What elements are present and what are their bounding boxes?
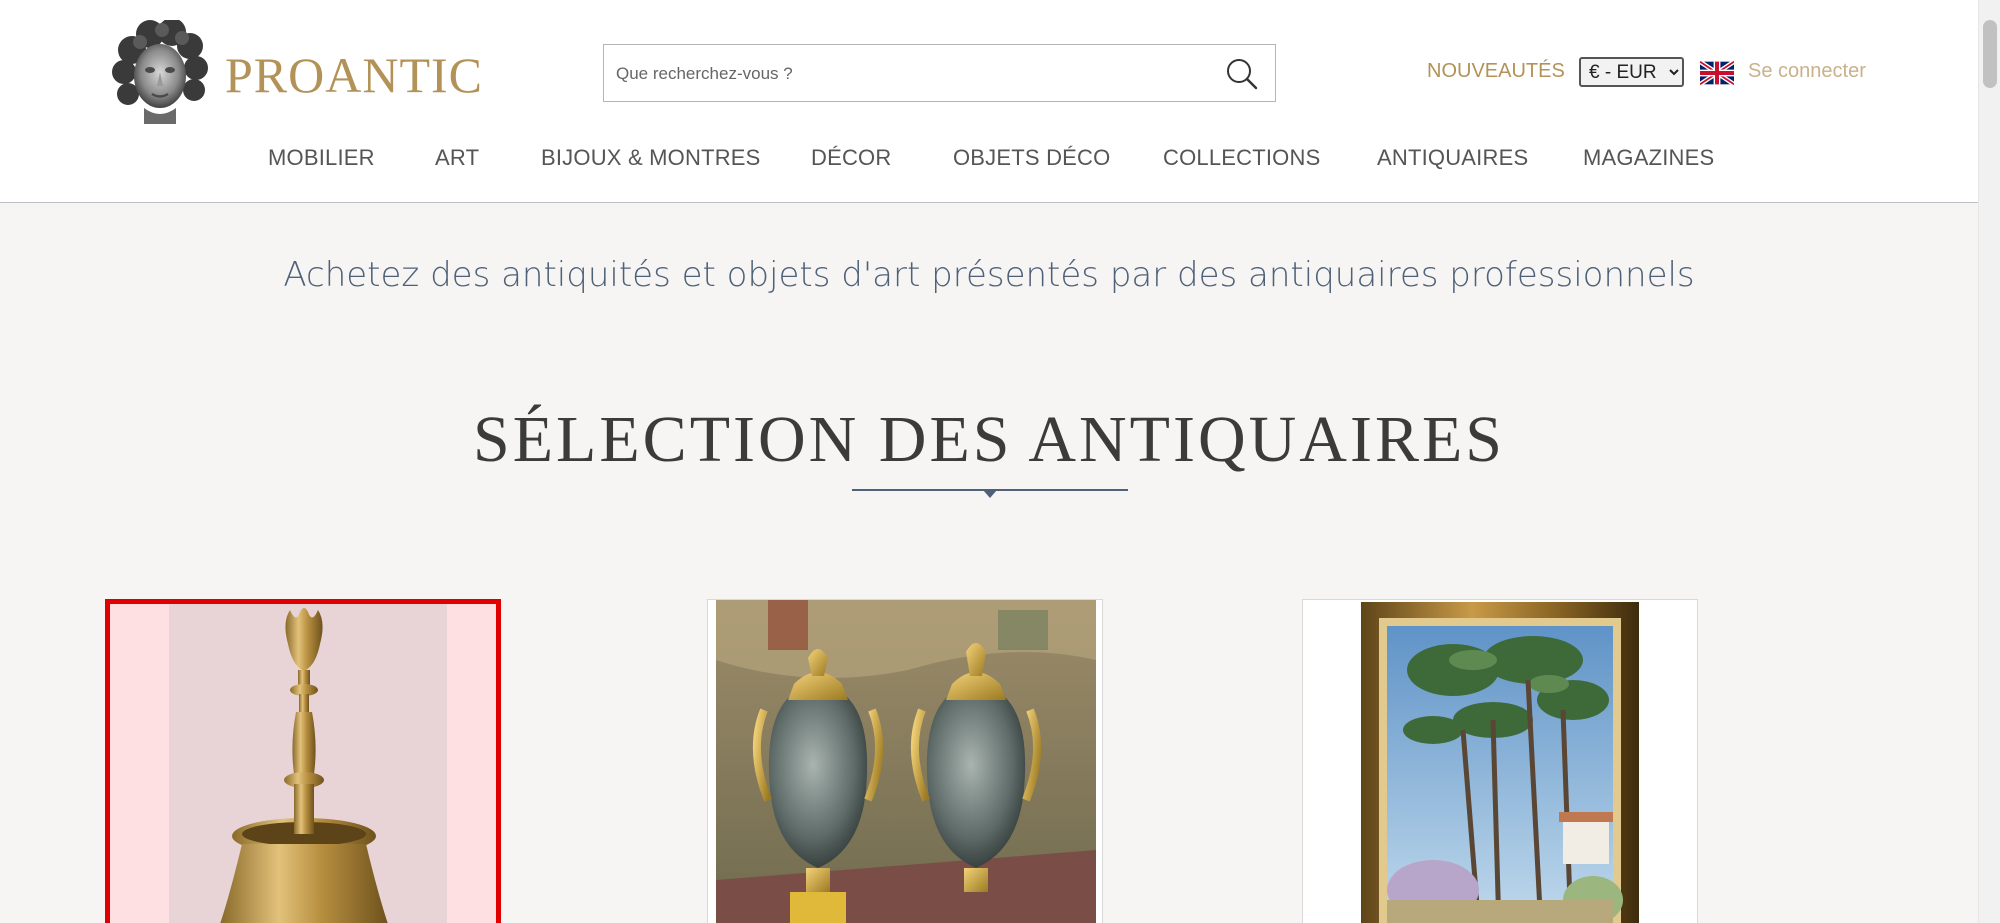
scrollbar-thumb[interactable] bbox=[1983, 20, 1997, 88]
divider-tip-icon bbox=[983, 490, 997, 498]
nav-item-objets-deco[interactable]: OBJETS DÉCO bbox=[953, 145, 1110, 171]
login-link[interactable]: Se connecter bbox=[1748, 60, 1866, 83]
search-bar bbox=[603, 44, 1276, 102]
tagline: Achetez des antiquités et objets d'art p… bbox=[283, 255, 1695, 295]
site-header: PROANTIC NOUVEAUTÉS € - EUR Se connecter… bbox=[0, 0, 1978, 203]
nav-item-art[interactable]: ART bbox=[435, 145, 479, 171]
nav-item-decor[interactable]: DÉCOR bbox=[811, 145, 891, 171]
product-card-candlestick[interactable] bbox=[105, 599, 501, 923]
currency-select[interactable]: € - EUR bbox=[1579, 57, 1684, 87]
product-card-vases[interactable] bbox=[707, 599, 1103, 923]
uk-flag-icon[interactable] bbox=[1698, 59, 1736, 87]
logo-text[interactable]: PROANTIC bbox=[225, 46, 483, 104]
page-scrollbar[interactable] bbox=[1978, 0, 2000, 923]
logo-head-icon[interactable] bbox=[110, 18, 210, 124]
product-card-painting[interactable] bbox=[1302, 599, 1698, 923]
search-icon[interactable] bbox=[1223, 55, 1261, 93]
nav-item-magazines[interactable]: MAGAZINES bbox=[1583, 145, 1714, 171]
nav-item-collections[interactable]: COLLECTIONS bbox=[1163, 145, 1320, 171]
nav-item-mobilier[interactable]: MOBILIER bbox=[268, 145, 375, 171]
section-title: SÉLECTION DES ANTIQUAIRES bbox=[473, 403, 1505, 476]
main-nav: MOBILIER ART BIJOUX & MONTRES DÉCOR OBJE… bbox=[0, 145, 1978, 185]
search-input[interactable] bbox=[616, 61, 1176, 87]
new-arrivals-link[interactable]: NOUVEAUTÉS bbox=[1427, 60, 1565, 83]
nav-item-antiquaires[interactable]: ANTIQUAIRES bbox=[1377, 145, 1528, 171]
nav-item-bijoux-montres[interactable]: BIJOUX & MONTRES bbox=[541, 145, 761, 171]
